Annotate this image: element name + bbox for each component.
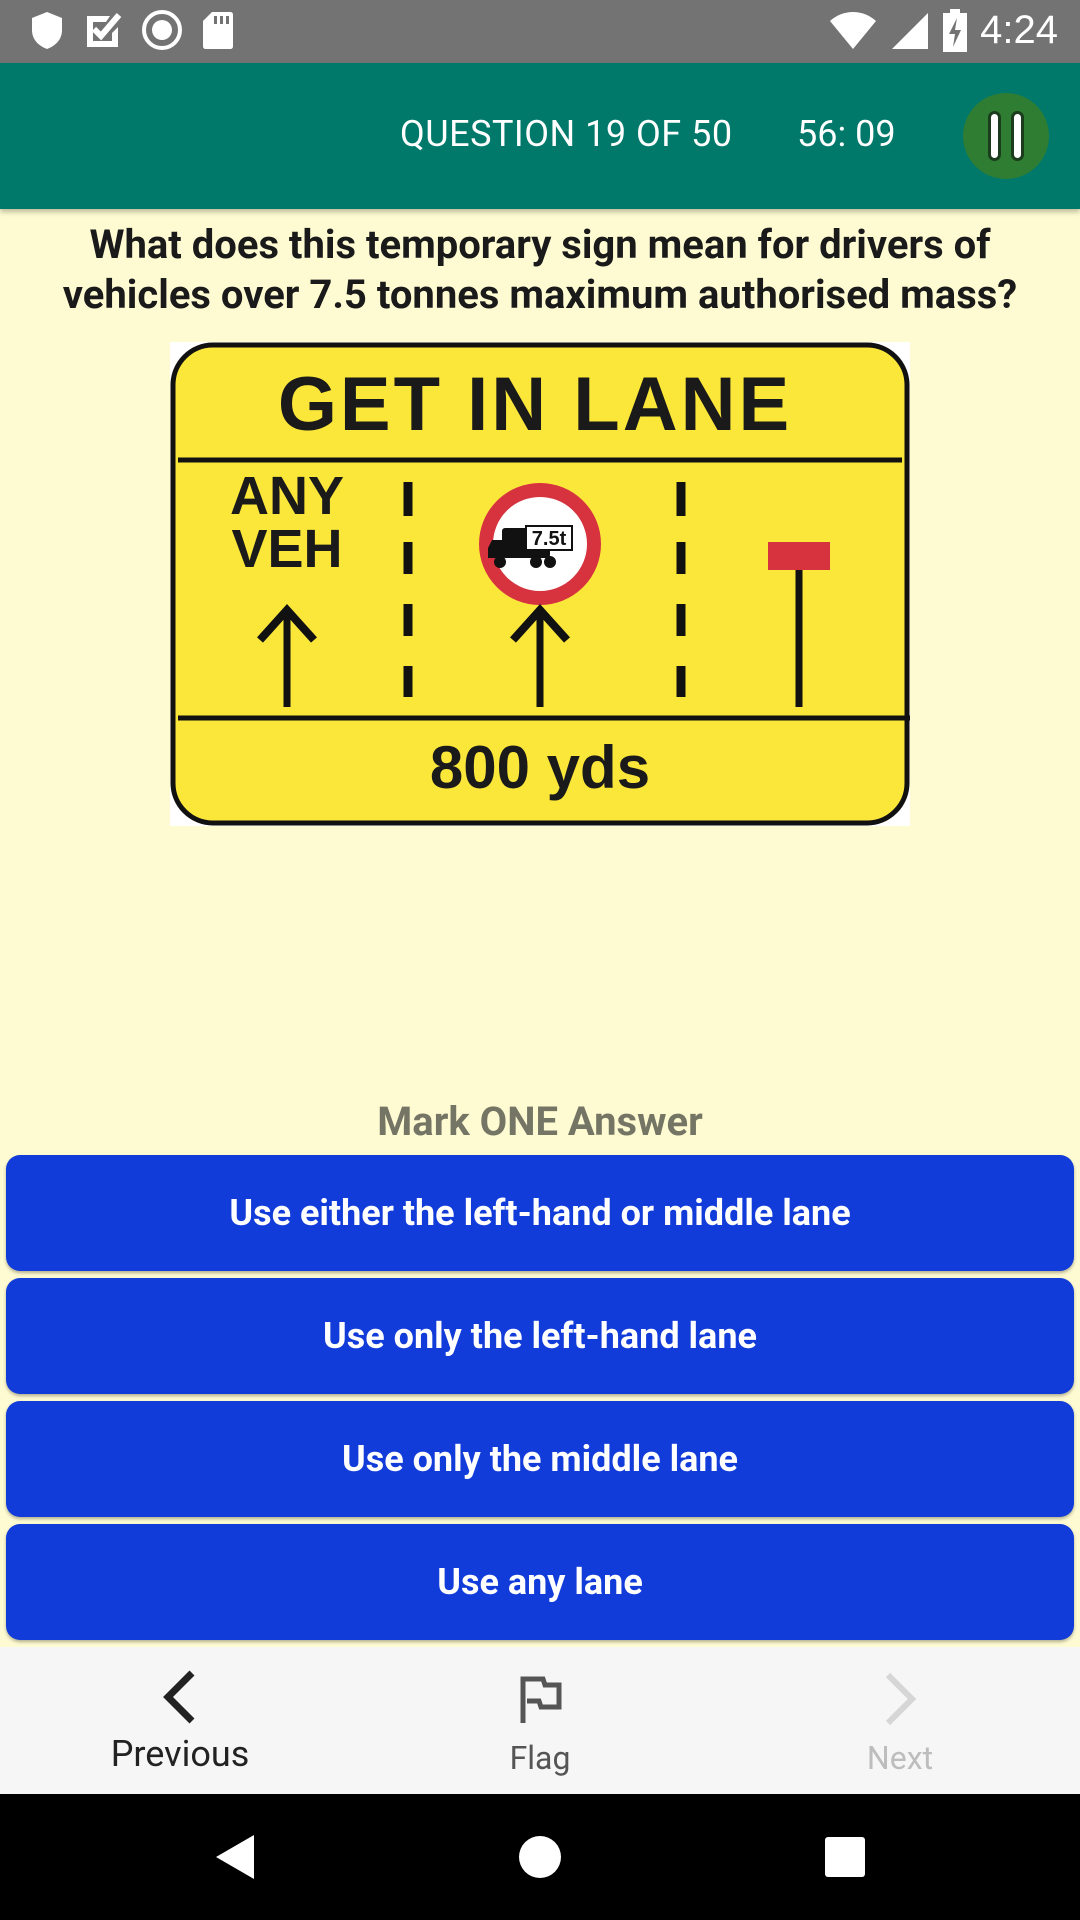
pause-button[interactable] (963, 93, 1049, 179)
answer-option-1[interactable]: Use either the left-hand or middle lane (6, 1155, 1074, 1271)
status-bar: 4:24 (0, 0, 1080, 63)
clock: 4:24 (980, 8, 1058, 52)
sign-distance: 800 yds (430, 734, 650, 801)
question-text: What does this temporary sign mean for d… (62, 221, 1018, 318)
flag-button[interactable]: Flag (360, 1647, 720, 1794)
answer-option-4[interactable]: Use any lane (6, 1524, 1074, 1640)
weight-limit-text: 7.5t (532, 528, 567, 550)
answer-instruction: Mark ONE Answer (377, 1098, 703, 1145)
next-button[interactable]: Next (720, 1647, 1080, 1794)
wifi-icon (830, 11, 877, 49)
exam-timer: 56: 09 (797, 113, 896, 155)
flag-label: Flag (509, 1739, 571, 1777)
battery-icon (943, 8, 968, 52)
question-counter: QUESTION 19 OF 50 (400, 113, 733, 155)
bottom-navigation: Previous Flag Next (0, 1647, 1080, 1794)
system-navigation-bar (0, 1794, 1080, 1920)
check-box-icon (87, 13, 122, 47)
record-icon (142, 10, 182, 50)
recents-icon[interactable] (824, 1836, 866, 1878)
answer-option-2[interactable]: Use only the left-hand lane (6, 1278, 1074, 1394)
signal-icon (892, 12, 929, 49)
home-icon[interactable] (518, 1835, 562, 1879)
lane1-line1: ANY (230, 466, 344, 526)
answer-option-3[interactable]: Use only the middle lane (6, 1401, 1074, 1517)
next-label: Next (866, 1739, 934, 1777)
back-icon[interactable] (214, 1833, 258, 1881)
lane1-line2: VEH (231, 519, 342, 579)
weight-limit-roundel: 7.5t (479, 483, 601, 605)
shield-icon (32, 12, 62, 49)
get-in-lane-sign: GET IN LANE ANY VEH 7.5t 800 yds (170, 342, 910, 826)
sign-title: GET IN LANE (278, 362, 792, 447)
chevron-right-icon (885, 1672, 917, 1726)
road-sign-image: GET IN LANE ANY VEH 7.5t 800 yds (170, 342, 910, 826)
app-bar: QUESTION 19 OF 50 56: 09 (0, 63, 1080, 209)
chevron-left-icon (163, 1670, 195, 1724)
pause-icon (988, 111, 1001, 161)
flag-icon (520, 1676, 562, 1723)
sd-card-icon (203, 12, 233, 49)
previous-button[interactable]: Previous (0, 1647, 360, 1794)
previous-label: Previous (110, 1733, 250, 1775)
